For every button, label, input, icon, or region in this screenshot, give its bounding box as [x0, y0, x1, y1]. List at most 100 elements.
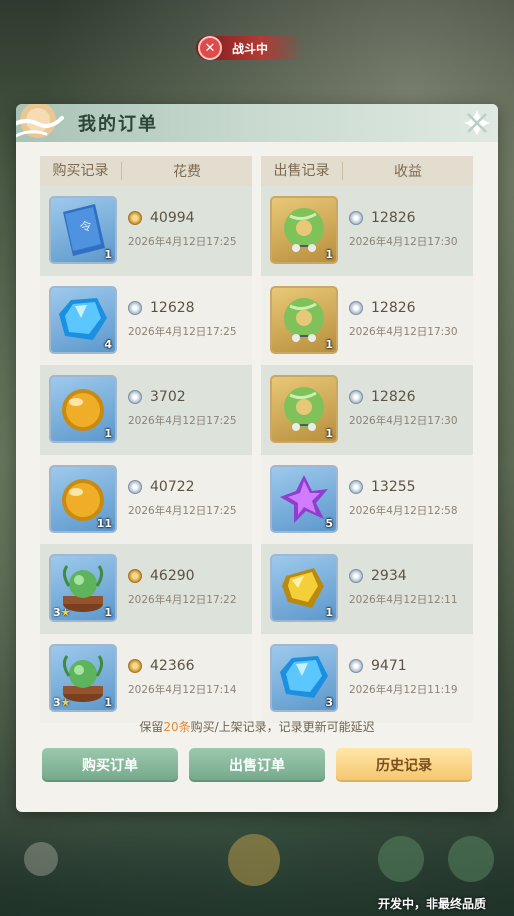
record-time: 2026年4月12日17:25	[128, 415, 237, 427]
item-slot[interactable]: 1 3★	[49, 643, 117, 712]
item-slot[interactable]: 1	[49, 375, 117, 443]
item-slot[interactable]: 4	[49, 285, 117, 354]
notice-count: 20条	[163, 720, 191, 734]
price: 40994	[128, 210, 195, 226]
copper-coin-icon	[128, 211, 142, 225]
item-slot[interactable]: 3	[270, 643, 338, 712]
sale-record-row[interactable]: 1 12826 2026年4月12日17:30	[261, 365, 473, 455]
sale-records-list[interactable]: 出售记录 收益 1 12826 2026年4月12日17:30 1 12826 2026年…	[261, 156, 473, 723]
item-quantity: 1	[104, 427, 112, 440]
sale-record-row[interactable]: 1 12826 2026年4月12日17:30	[261, 275, 473, 365]
crossed-swords-icon: ✕	[198, 36, 222, 60]
purchase-record-row[interactable]: 11 40722 2026年4月12日17:25	[40, 454, 252, 544]
history-records-button[interactable]: 历史记录	[336, 748, 472, 782]
silver-ingot-icon	[349, 211, 363, 225]
price: 12628	[128, 300, 195, 316]
silver-ingot-icon	[128, 479, 142, 494]
sale-record-row[interactable]: 3 9471 2026年4月12日11:19	[261, 633, 473, 723]
dev-build-notice: 开发中，非最终品质	[377, 897, 486, 911]
silver-ingot-icon	[349, 300, 363, 315]
price: 12826	[349, 210, 416, 226]
purchase-record-header: 购买记录	[40, 162, 122, 180]
price: 2934	[349, 568, 407, 584]
battle-status-label: 战斗中	[232, 41, 269, 56]
price: 40722	[128, 479, 195, 495]
price: 12826	[349, 389, 416, 405]
sale-record-row[interactable]: 1 2934 2026年4月12日12:11	[261, 544, 473, 634]
silver-ingot-icon	[128, 390, 142, 404]
sale-record-header: 出售记录	[261, 162, 343, 180]
item-quantity: 1	[325, 427, 333, 440]
price-value: 12826	[371, 299, 416, 316]
buy-orders-button[interactable]: 购买订单	[42, 748, 178, 782]
record-time: 2026年4月12日17:25	[128, 236, 237, 248]
item-quantity: 3	[325, 695, 333, 709]
item-slot[interactable]: 令1	[49, 196, 117, 264]
record-time: 2026年4月12日12:58	[349, 504, 458, 517]
item-quantity: 1	[104, 695, 112, 709]
price-value: 13255	[371, 478, 416, 495]
purchase-list-header: 购买记录 花费	[40, 156, 252, 186]
price-value: 12826	[371, 389, 416, 405]
battle-status-badge: ✕ 战斗中	[196, 36, 304, 60]
item-quantity: 5	[325, 516, 333, 530]
sale-list-header: 出售记录 收益	[261, 156, 473, 186]
item-star-rank: 3★	[53, 695, 71, 709]
notice-prefix: 保留	[139, 720, 164, 734]
record-retention-notice: 保留20条购买/上架记录，记录更新可能延迟	[16, 718, 498, 735]
record-time: 2026年4月12日17:22	[128, 594, 237, 606]
copper-coin-icon	[128, 658, 142, 673]
purchase-record-row[interactable]: 1 3★ 42366 2026年4月12日17:14	[40, 633, 252, 723]
purchase-records-list[interactable]: 购买记录 花费 令 1 40994 2026年4月12日17:25 4 12628 2026…	[40, 156, 252, 723]
purchase-record-row[interactable]: 1 3702 2026年4月12日17:25	[40, 365, 252, 455]
record-time: 2026年4月12日12:11	[349, 594, 458, 606]
star-icon: ★	[60, 695, 71, 709]
price: 9471	[349, 658, 407, 674]
silver-ingot-icon	[349, 658, 363, 673]
sell-orders-button[interactable]: 出售订单	[189, 748, 325, 782]
item-star-rank: 3★	[53, 606, 71, 619]
my-orders-panel: 我的订单 购买记录 花费 令 1 40994 2026年4月12日17:25 4 1262…	[16, 104, 498, 812]
item-quantity: 1	[325, 606, 333, 619]
price: 12826	[349, 300, 416, 316]
purchase-record-row[interactable]: 令 1 40994 2026年4月12日17:25	[40, 186, 252, 276]
price-value: 9471	[371, 657, 407, 674]
item-slot[interactable]: 5	[270, 464, 338, 533]
item-slot[interactable]: 1 3★	[49, 554, 117, 622]
price: 13255	[349, 479, 416, 495]
silver-ingot-icon	[349, 479, 363, 494]
item-quantity: 4	[104, 337, 112, 351]
purchase-record-row[interactable]: 4 12628 2026年4月12日17:25	[40, 275, 252, 365]
item-slot[interactable]: 1	[270, 285, 338, 354]
price-value: 40994	[150, 210, 195, 226]
item-slot[interactable]: 1	[270, 375, 338, 443]
price-value: 3702	[150, 389, 186, 405]
item-slot[interactable]: 11	[49, 464, 117, 533]
cost-header: 花费	[173, 164, 201, 180]
record-time: 2026年4月12日17:30	[349, 325, 458, 338]
item-quantity: 1	[325, 248, 333, 261]
item-slot[interactable]: 1	[270, 554, 338, 622]
sale-record-row[interactable]: 1 12826 2026年4月12日17:30	[261, 186, 473, 276]
silver-ingot-icon	[349, 390, 363, 404]
price-value: 12628	[150, 299, 195, 316]
item-quantity: 11	[96, 516, 112, 530]
copper-coin-icon	[128, 569, 142, 583]
price-value: 2934	[371, 568, 407, 584]
item-quantity: 1	[104, 606, 112, 619]
record-time: 2026年4月12日11:19	[349, 683, 458, 696]
price-value: 42366	[150, 657, 195, 674]
item-slot[interactable]: 1	[270, 196, 338, 264]
star-icon: ★	[60, 606, 71, 619]
record-time: 2026年4月12日17:30	[349, 236, 458, 248]
record-time: 2026年4月12日17:25	[128, 325, 237, 338]
purchase-record-row[interactable]: 1 3★ 46290 2026年4月12日17:22	[40, 544, 252, 634]
sale-record-row[interactable]: 5 13255 2026年4月12日12:58	[261, 454, 473, 544]
income-header: 收益	[394, 164, 422, 180]
price-value: 46290	[150, 568, 195, 584]
panel-title: 我的订单	[78, 114, 158, 135]
price: 46290	[128, 568, 195, 584]
close-button[interactable]	[462, 108, 492, 138]
price-value: 40722	[150, 478, 195, 495]
panel-header: 我的订单	[16, 104, 498, 142]
